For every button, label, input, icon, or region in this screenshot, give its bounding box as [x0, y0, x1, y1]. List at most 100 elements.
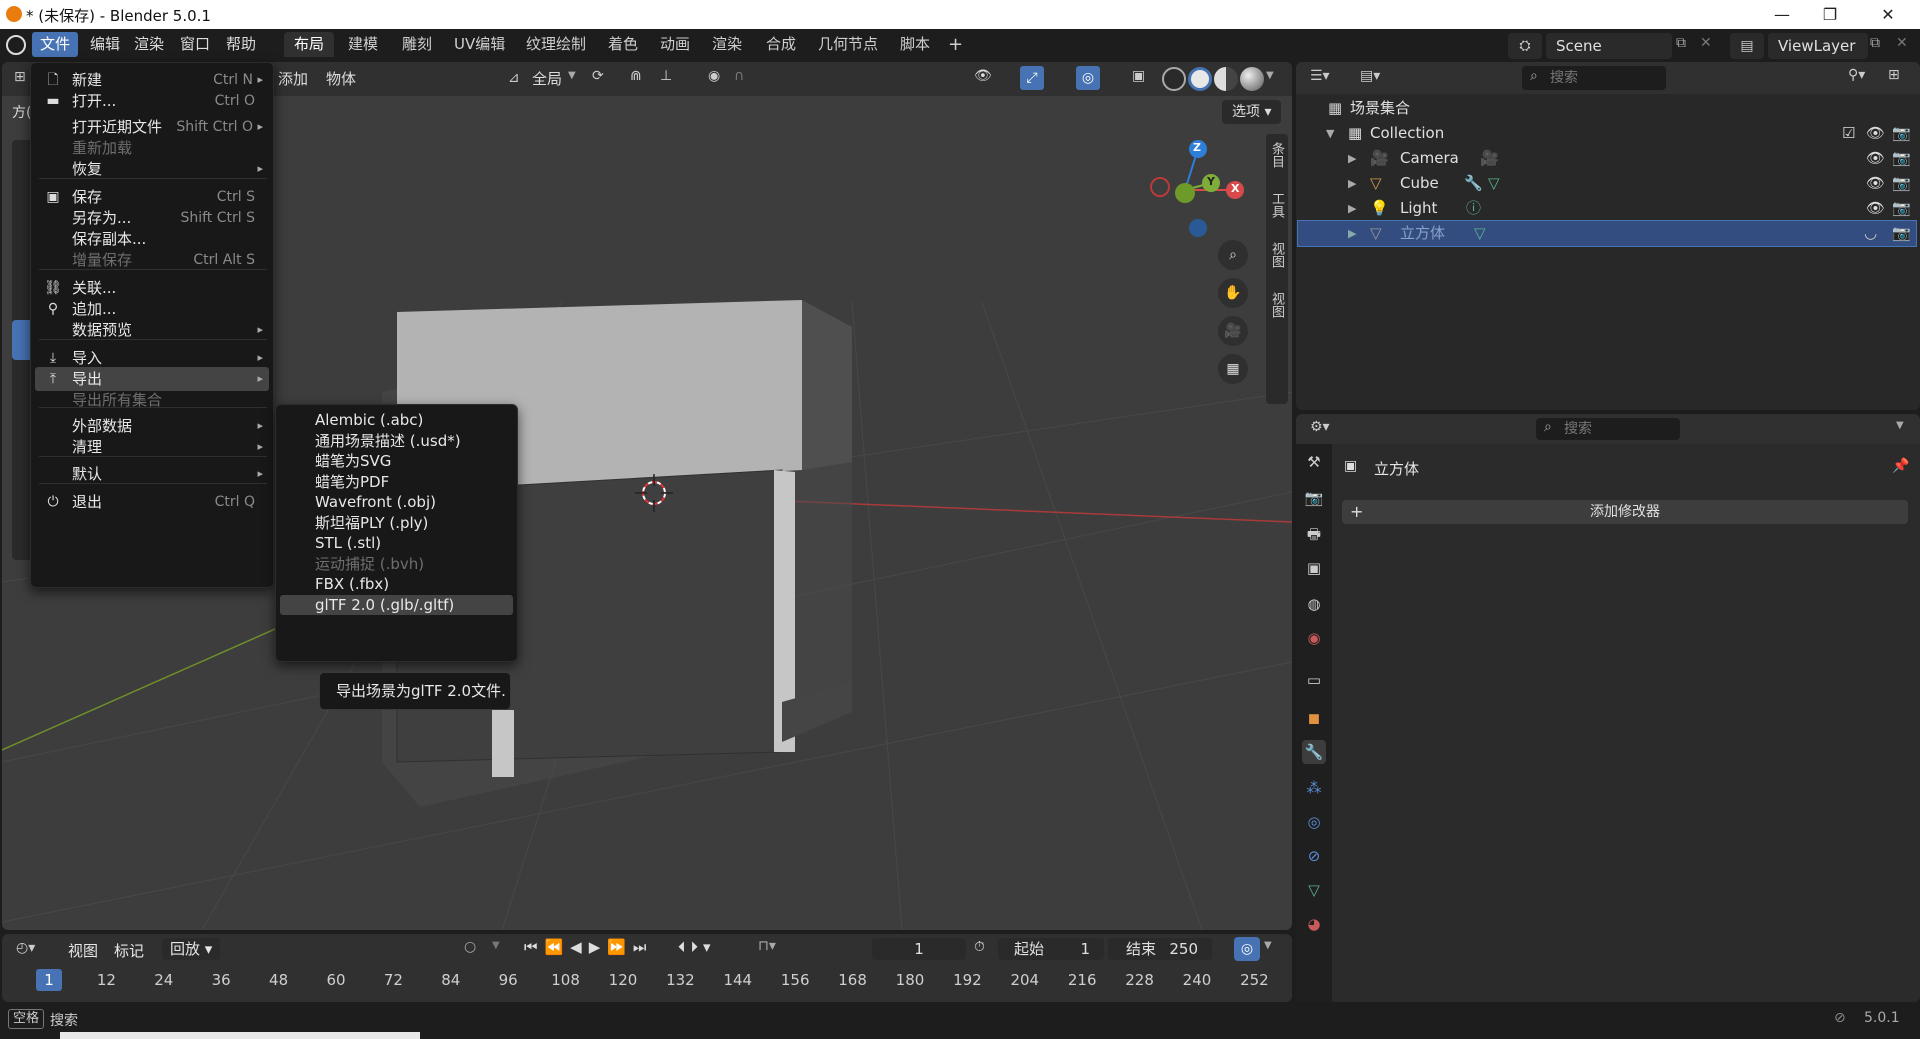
- gizmo-z-label[interactable]: Z: [1193, 141, 1201, 154]
- view-layer-tab-icon[interactable]: ▣: [1302, 556, 1326, 580]
- eye-icon[interactable]: 👁: [1866, 146, 1885, 171]
- outliner-item-light[interactable]: ▶ 💡 Light ⓘ 👁 📷: [1298, 196, 1916, 221]
- visibility-icon[interactable]: 👁: [974, 68, 992, 84]
- falloff-icon[interactable]: ∩: [734, 68, 744, 84]
- menu-window[interactable]: 窗口: [172, 32, 218, 57]
- menu-object[interactable]: 物体: [326, 66, 356, 92]
- camera-render-icon[interactable]: 📷: [1892, 171, 1911, 196]
- playback-controls[interactable]: ⏮⏪◀▶⏩⏭: [524, 938, 653, 956]
- export-menu-item-1[interactable]: 通用场景描述 (.usd*): [280, 431, 513, 451]
- viewlayer-browse-icon[interactable]: ▤: [1730, 33, 1764, 59]
- scene-browse-icon[interactable]: ⛭: [1508, 33, 1542, 59]
- wrench-modifier-icon[interactable]: 🔧: [1464, 171, 1483, 196]
- eye-icon[interactable]: 👁: [1866, 196, 1885, 221]
- chevron-right-icon[interactable]: ▶: [1348, 196, 1356, 221]
- constraints-tab-icon[interactable]: ⊘: [1302, 844, 1326, 868]
- close-button[interactable]: ✕: [1868, 3, 1908, 27]
- properties-search-input[interactable]: 搜索: [1536, 418, 1680, 440]
- new-scene-icon[interactable]: ⧉: [1676, 35, 1686, 51]
- export-menu-item-0[interactable]: Alembic (.abc): [280, 410, 513, 430]
- viewport-options-button[interactable]: 选项 ▾: [1222, 100, 1282, 124]
- current-frame-field[interactable]: 1: [872, 938, 966, 960]
- playback-dropdown[interactable]: 回放 ▾: [162, 938, 221, 960]
- timeline-editor-type-icon[interactable]: ◴▾: [16, 940, 35, 956]
- pan-hand-icon[interactable]: ✋: [1218, 278, 1248, 308]
- tab-scripting[interactable]: 脚本: [890, 32, 940, 57]
- minimize-button[interactable]: —: [1762, 3, 1802, 27]
- camera-render-icon[interactable]: 📷: [1892, 196, 1911, 221]
- file-menu-item-17[interactable]: 默认 ▸: [35, 462, 269, 486]
- export-menu-item-6[interactable]: STL (.stl): [280, 533, 513, 553]
- editor-type-icon[interactable]: ⊞: [14, 69, 26, 85]
- add-modifier-button[interactable]: + 添加修改器: [1342, 500, 1908, 524]
- export-menu-item-2[interactable]: 蜡笔为SVG: [280, 451, 513, 471]
- object-tab-icon[interactable]: ◼: [1302, 706, 1326, 730]
- menu-help[interactable]: 帮助: [218, 32, 264, 57]
- keyframe-jump-controls[interactable]: ⏴⏵▾: [678, 938, 716, 956]
- new-viewlayer-icon[interactable]: ⧉: [1870, 35, 1880, 51]
- viewlayer-selector[interactable]: ViewLayer: [1768, 33, 1868, 59]
- gizmo-toggle-icon[interactable]: ⤢: [1020, 66, 1044, 90]
- tab-sculpting[interactable]: 雕刻: [392, 32, 442, 57]
- chevron-right-icon[interactable]: ▶: [1348, 171, 1356, 196]
- filter-icon[interactable]: ⚲▾: [1848, 67, 1865, 83]
- file-menu-item-11[interactable]: 数据预览 ▸: [35, 318, 269, 342]
- chevron-down-icon[interactable]: ▼: [1264, 940, 1272, 951]
- tab-compositing[interactable]: 合成: [756, 32, 806, 57]
- collection-tab-icon[interactable]: ▭: [1302, 668, 1326, 692]
- world-tab-icon[interactable]: ◉: [1302, 626, 1326, 650]
- chevron-down-icon[interactable]: ▼: [492, 940, 500, 951]
- tab-item[interactable]: 条目: [1268, 142, 1286, 168]
- timeline-overlay-icon[interactable]: ◎: [1234, 937, 1260, 961]
- auto-key-icon[interactable]: ⊓▾: [758, 938, 776, 954]
- transform-orientation-dropdown[interactable]: 全局: [532, 66, 562, 92]
- camera-render-icon[interactable]: 📷: [1892, 146, 1911, 171]
- chevron-right-icon[interactable]: ▶: [1348, 146, 1356, 171]
- rendered-shading-icon[interactable]: [1240, 67, 1264, 91]
- delete-scene-icon[interactable]: ✕: [1700, 35, 1712, 51]
- tab-animation[interactable]: 动画: [650, 32, 700, 57]
- export-menu-item-8[interactable]: FBX (.fbx): [280, 574, 513, 594]
- render-tab-icon[interactable]: 📷: [1302, 486, 1326, 510]
- solid-shading-icon[interactable]: [1188, 67, 1212, 91]
- blender-menu-icon[interactable]: [6, 35, 26, 55]
- exclude-checkbox[interactable]: ☑: [1842, 121, 1855, 146]
- end-frame-field[interactable]: 结束 250: [1108, 938, 1212, 960]
- mesh-data-icon[interactable]: ▽: [1474, 221, 1486, 246]
- camera-render-icon[interactable]: 📷: [1892, 121, 1911, 146]
- tab-extra[interactable]: 视图: [1268, 292, 1286, 318]
- collection-row[interactable]: ▼ ▦ Collection ☑ 👁 📷: [1298, 121, 1916, 146]
- add-workspace-button[interactable]: +: [938, 32, 973, 57]
- mesh-data-icon[interactable]: ▽: [1488, 171, 1500, 196]
- tab-uv-editing[interactable]: UV编辑: [444, 32, 515, 57]
- output-tab-icon[interactable]: 🖶: [1302, 522, 1326, 546]
- zoom-icon[interactable]: ⌕: [1218, 240, 1248, 270]
- stopwatch-icon[interactable]: ⏱: [974, 939, 985, 955]
- tab-rendering[interactable]: 渲染: [702, 32, 752, 57]
- pivot-point-icon[interactable]: ⟳: [592, 68, 604, 84]
- hidden-eye-icon[interactable]: ◡: [1864, 221, 1877, 246]
- menu-add[interactable]: 添加: [278, 66, 308, 92]
- keying-record-icon[interactable]: ○: [464, 939, 476, 955]
- new-collection-icon[interactable]: ⊞: [1888, 67, 1900, 83]
- camera-view-icon[interactable]: 🎥: [1218, 316, 1248, 346]
- tab-tool[interactable]: 工具: [1268, 192, 1286, 218]
- physics-tab-icon[interactable]: ◎: [1302, 810, 1326, 834]
- file-menu-item-1[interactable]: ▬ 打开... Ctrl O: [35, 89, 269, 113]
- delete-viewlayer-icon[interactable]: ✕: [1896, 35, 1908, 51]
- scene-selector[interactable]: Scene: [1546, 33, 1672, 59]
- tab-geometry-nodes[interactable]: 几何节点: [808, 32, 888, 57]
- outliner-item-cube[interactable]: ▶ ▽ Cube 🔧 ▽ 👁 📷: [1298, 171, 1916, 196]
- material-tab-icon[interactable]: ◕: [1302, 912, 1326, 936]
- overlay-toggle-icon[interactable]: ◎: [1076, 66, 1100, 90]
- gizmo-y-label[interactable]: Y: [1207, 175, 1215, 188]
- modifier-tab-icon[interactable]: 🔧: [1302, 740, 1326, 764]
- shading-options-chevron-icon[interactable]: ▼: [1266, 70, 1274, 81]
- timeline-menu-marker[interactable]: 标记: [114, 940, 144, 961]
- timeline-menu-view[interactable]: 视图: [68, 940, 98, 961]
- chevron-down-icon[interactable]: ▼: [1326, 121, 1334, 146]
- tab-texture-paint[interactable]: 纹理绘制: [516, 32, 596, 57]
- ortho-grid-icon[interactable]: ▦: [1218, 354, 1248, 384]
- tab-view[interactable]: 视图: [1268, 242, 1286, 268]
- pin-icon[interactable]: 📌: [1892, 458, 1909, 474]
